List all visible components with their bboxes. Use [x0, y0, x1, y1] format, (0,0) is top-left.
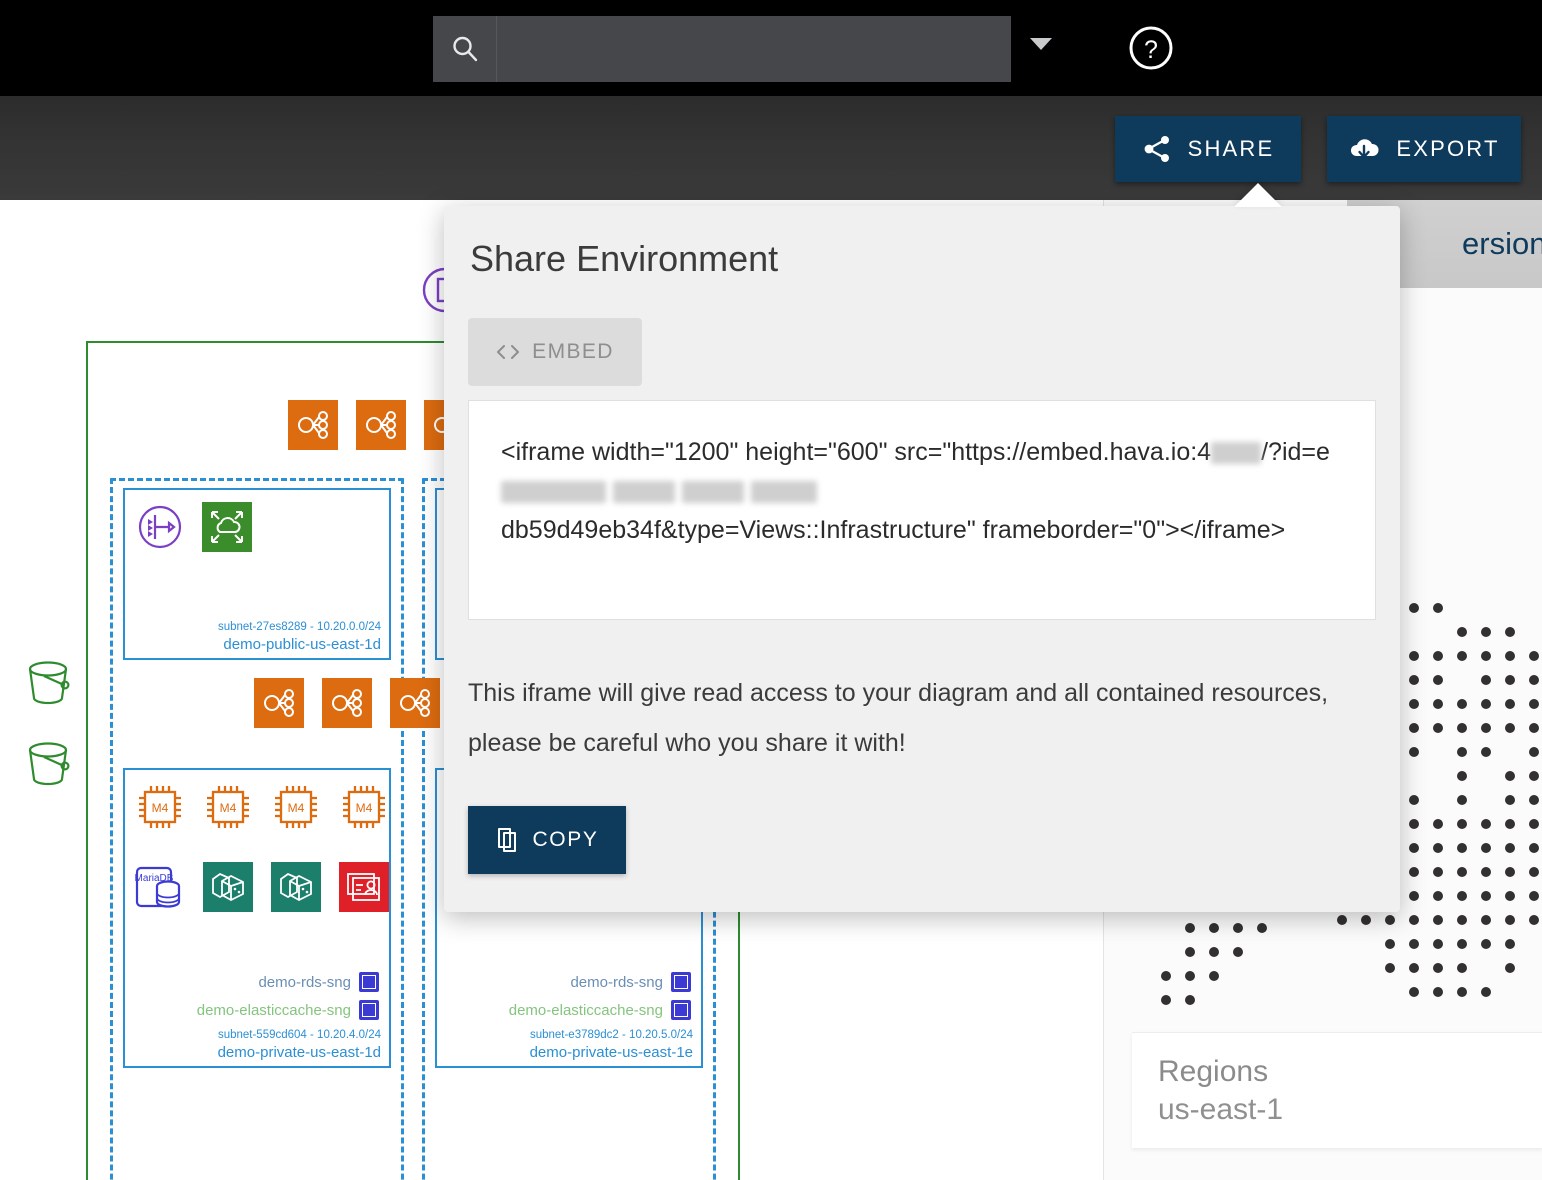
copy-button[interactable]: COPY [468, 806, 626, 874]
embed-code-part3: db59d49eb34f&type=Views::Infrastructure"… [501, 515, 1286, 544]
dialog-pointer-arrow [1234, 183, 1282, 207]
ecs-container-icon[interactable] [271, 862, 321, 912]
copy-icon [497, 828, 516, 852]
action-toolbar: SHARE EXPORT [0, 96, 1542, 200]
security-group-rds[interactable]: demo-rds-sng [258, 972, 379, 992]
search-bar[interactable] [433, 16, 1011, 82]
subnet-label: subnet-27es8289 - 10.20.0.0/24 demo-publ… [217, 620, 381, 653]
svg-text:M4: M4 [220, 801, 237, 815]
subnet-label: subnet-559cd604 - 10.20.4.0/24 demo-priv… [217, 1028, 381, 1061]
security-group-icon [359, 1000, 379, 1020]
redacted-id-4 [750, 481, 817, 504]
load-balancer-icon[interactable] [390, 678, 440, 728]
rds-mariadb-icon[interactable]: MariaDB [135, 862, 185, 912]
redacted-id-1 [501, 481, 606, 504]
security-group-icon [359, 972, 379, 992]
export-button[interactable]: EXPORT [1327, 116, 1521, 182]
ec2-instance-icon[interactable]: M4 [135, 782, 185, 832]
nat-gateway-icon[interactable] [202, 502, 252, 552]
tab-embed[interactable]: EMBED [468, 318, 642, 386]
security-group-icon [671, 1000, 691, 1020]
security-group-icon [671, 972, 691, 992]
embed-code-part2: /?id=e [1261, 438, 1330, 466]
search-input[interactable] [497, 16, 1011, 82]
question-circle-icon[interactable]: ? [1128, 25, 1174, 71]
dialog-title: Share Environment [470, 238, 779, 279]
redacted-port [1211, 442, 1262, 465]
svg-text:M4: M4 [288, 801, 305, 815]
load-balancer-icon[interactable] [322, 678, 372, 728]
share-button[interactable]: SHARE [1115, 116, 1301, 182]
share-nodes-icon [1144, 136, 1169, 162]
app-root: 10.20.0.0/21 demo-vpc us-east-1d us-east… [0, 0, 1542, 1180]
copy-button-label: COPY [532, 828, 599, 851]
load-balancer-icon[interactable] [356, 400, 406, 450]
embed-code-text: <iframe width="1200" height="600" src="h… [501, 433, 1343, 549]
tab-versions-label: ersions [1462, 226, 1542, 261]
load-balancer-icon[interactable] [288, 400, 338, 450]
internet-gateway-icon[interactable] [135, 502, 185, 552]
ec2-instance-icon[interactable]: M4 [203, 782, 253, 832]
subnet-label: subnet-e3789dc2 - 10.20.5.0/24 demo-priv… [529, 1028, 693, 1061]
ec2-instance-icon[interactable]: M4 [271, 782, 321, 832]
top-bar: ? [0, 0, 1542, 96]
security-group-elasticache[interactable]: demo-elasticcache-sng [509, 1000, 691, 1020]
load-balancer-icon[interactable] [254, 678, 304, 728]
export-button-label: EXPORT [1396, 136, 1500, 161]
tab-embed-label: EMBED [532, 340, 614, 363]
secrets-manager-icon[interactable] [339, 862, 389, 912]
embed-code-box[interactable]: <iframe width="1200" height="600" src="h… [468, 400, 1376, 620]
ec2-instance-icon[interactable]: M4 [339, 782, 389, 832]
dialog-note: This iframe will give read access to you… [468, 679, 1329, 757]
svg-text:?: ? [1144, 36, 1158, 64]
cloud-download-icon [1351, 139, 1379, 159]
svg-text:M4: M4 [152, 801, 169, 815]
s3-bucket-icon[interactable] [22, 737, 74, 789]
regions-card[interactable]: Regions us-east-1 [1132, 1032, 1542, 1148]
security-group-rds[interactable]: demo-rds-sng [570, 972, 691, 992]
redacted-id-2 [612, 481, 675, 504]
code-brackets-icon [497, 345, 520, 359]
embed-code-part1: <iframe width="1200" height="600" src="h… [501, 438, 1212, 466]
regions-title: Regions [1158, 1055, 1269, 1088]
ecs-container-icon[interactable] [203, 862, 253, 912]
search-icon [433, 16, 497, 82]
share-button-label: SHARE [1187, 136, 1275, 161]
svg-text:M4: M4 [356, 801, 373, 815]
redacted-id-3 [681, 481, 744, 504]
regions-value[interactable]: us-east-1 [1158, 1093, 1542, 1127]
security-group-elasticache[interactable]: demo-elasticcache-sng [197, 1000, 379, 1020]
s3-bucket-icon[interactable] [22, 656, 74, 708]
chevron-down-icon[interactable] [1030, 38, 1052, 50]
